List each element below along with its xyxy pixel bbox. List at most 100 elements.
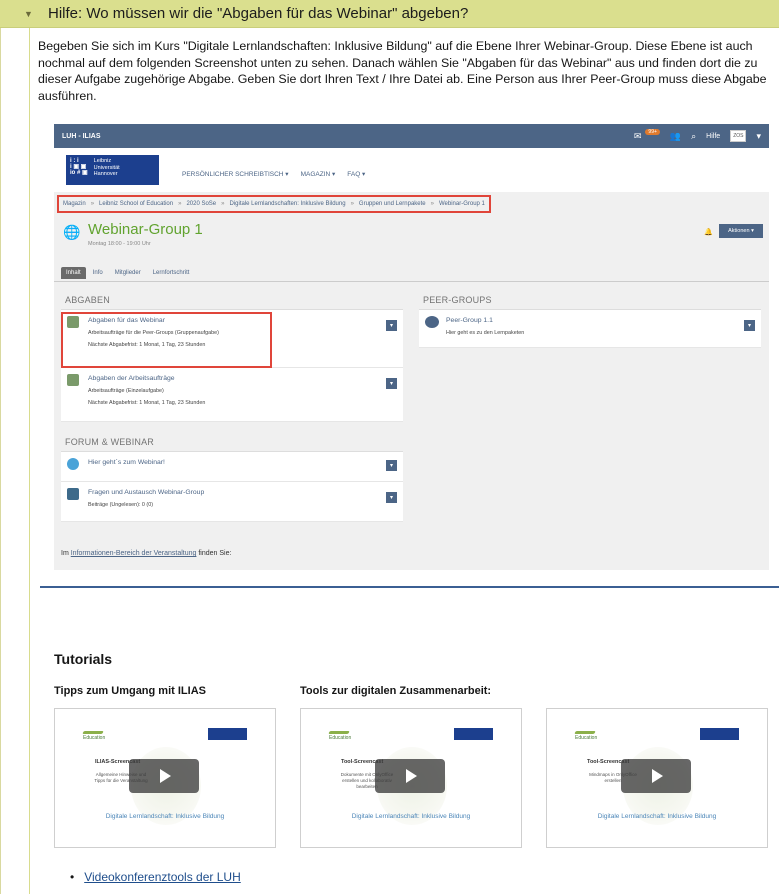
- caret-down-icon[interactable]: ▼: [24, 9, 38, 19]
- nav-magazin: MAGAZIN ▾: [300, 171, 336, 178]
- breadcrumb-item: Gruppen und Lernpakete: [358, 201, 426, 207]
- forum-icon: [67, 488, 79, 500]
- logo-line-3: Hannover: [93, 171, 118, 177]
- list-item: Abgaben für das Webinar Arbeitsaufträge …: [61, 310, 403, 368]
- webinar-icon: [67, 458, 79, 470]
- bullet-icon: •: [70, 870, 75, 884]
- site-title: LUH - ILIAS: [62, 132, 101, 140]
- item-dropdown: ▾: [386, 378, 397, 389]
- luh-logo: i : ii ▣ ▣ io # ▣ Leibniz Universität Han…: [66, 155, 159, 185]
- page-title: Webinar-Group 1: [88, 221, 203, 238]
- accordion-header[interactable]: ▼ Hilfe: Wo müssen wir die "Abgaben für …: [0, 0, 779, 28]
- page-subtitle: Montag 18:00 - 19:00 Uhr: [88, 241, 151, 247]
- breadcrumb-separator: »: [90, 201, 95, 207]
- tab-inhalt: Inhalt: [61, 267, 86, 279]
- list-item: Abgaben der Arbeitsaufträge Arbeitsauftr…: [61, 368, 403, 422]
- notification-badge: 99+: [645, 129, 660, 135]
- item-title: Fragen und Austausch Webinar-Group: [88, 489, 205, 496]
- education-logo: Education: [575, 731, 597, 741]
- accordion-title[interactable]: Hilfe: Wo müssen wir die "Abgaben für da…: [48, 5, 468, 22]
- video-caption: Digitale Lernlandschaft: Inklusive Bildu…: [351, 813, 471, 820]
- luh-logo: [454, 728, 493, 740]
- breadcrumb-bar: Magazin » Leibniz School of Education » …: [54, 192, 769, 214]
- breadcrumb-separator: »: [178, 201, 182, 207]
- info-prefix: Im: [61, 550, 71, 557]
- item-desc: Arbeitsaufträge für die Peer-Groups (Gru…: [88, 330, 219, 336]
- help-label: Hilfe: [706, 132, 721, 140]
- video-caption: Digitale Lernlandschaft: Inklusive Bildu…: [105, 813, 225, 820]
- right-column: PEER-GROUPS Peer-Group 1.1 Hier geht es …: [419, 292, 761, 348]
- item-title: Abgaben der Arbeitsaufträge: [88, 375, 175, 382]
- nav-faq: FAQ ▾: [347, 171, 366, 178]
- breadcrumb-item: Digitale Lernlandschaften: Inklusive Bil…: [229, 201, 346, 207]
- item-deadline: Nächste Abgabefrist: 1 Monat, 1 Tag, 23 …: [88, 400, 206, 406]
- search-icon: ⌕: [691, 130, 697, 141]
- tutorials-heading: Tutorials: [54, 651, 113, 667]
- logo-line-2: Universität: [93, 164, 120, 171]
- list-item: Fragen und Austausch Webinar-Group Beitr…: [61, 482, 403, 522]
- info-suffix: finden Sie:: [196, 550, 232, 557]
- tab-mitglieder: Mitglieder: [114, 270, 141, 276]
- page-header: 🌐 Webinar-Group 1 Montag 18:00 - 19:00 U…: [54, 214, 769, 264]
- item-dropdown: ▾: [386, 492, 397, 503]
- item-deadline: Nächste Abgabefrist: 1 Monat, 1 Tag, 23 …: [88, 342, 206, 348]
- chevron-down-icon: ▾: [756, 130, 761, 141]
- tutorials-col2-heading: Tools zur digitalen Zusammenarbeit:: [300, 685, 492, 697]
- breadcrumb-item: Leibniz School of Education: [99, 201, 174, 207]
- block-title-peer: PEER-GROUPS: [419, 292, 761, 310]
- block-title-abgaben: ABGABEN: [61, 292, 403, 310]
- breadcrumb-separator: »: [350, 201, 354, 207]
- list-item: • Videokonferenztools der LUH: [70, 870, 241, 884]
- item-desc: Beiträge (Ungelesen): 0 (0): [88, 502, 154, 508]
- video-player-ilias[interactable]: Education ILIAS-Screencast Allgemeine Hi…: [54, 708, 276, 848]
- item-title: Abgaben für das Webinar: [88, 317, 165, 324]
- play-icon[interactable]: [375, 759, 445, 793]
- actions-button: Aktionen ▾: [719, 224, 763, 238]
- instruction-text: Begeben Sie sich im Kurs "Digitale Lernl…: [38, 39, 767, 103]
- exercise-icon: [67, 374, 79, 386]
- play-icon[interactable]: [621, 759, 691, 793]
- item-title: Hier geht´s zum Webinar!: [88, 459, 165, 466]
- breadcrumb-item: Webinar-Group 1: [438, 201, 485, 207]
- group-icon: [425, 316, 439, 328]
- ilias-topbar: LUH - ILIAS ✉ 99+ 👥 ⌕ Hilfe ZOS ▾: [54, 124, 769, 148]
- luh-logo-mark: i : ii ▣ ▣ io # ▣: [70, 158, 88, 176]
- item-desc: Hier geht es zu den Lernpaketen: [446, 330, 525, 336]
- nav-personal-desk: PERSÖNLICHER SCHREIBTISCH ▾: [182, 171, 289, 178]
- video-caption: Digitale Lernlandschaft: Inklusive Bildu…: [597, 813, 717, 820]
- videokonferenz-link[interactable]: Videokonferenztools der LUH: [84, 870, 241, 884]
- item-dropdown: ▾: [386, 460, 397, 471]
- tab-info: Info: [92, 270, 103, 276]
- list-item: Peer-Group 1.1 Hier geht es zu den Lernp…: [419, 310, 761, 348]
- tab-lernfortschritt: Lernfortschritt: [152, 270, 190, 276]
- breadcrumb-item: Magazin: [63, 201, 86, 207]
- logo-line-1: Leibniz: [93, 158, 112, 164]
- item-desc: Arbeitsaufträge (Einzelaufgabe): [88, 388, 164, 394]
- list-item: Hier geht´s zum Webinar! ▾: [61, 452, 403, 482]
- tab-bar: Inhalt Info Mitglieder Lernfortschritt: [54, 264, 769, 282]
- globe-icon: 🌐: [63, 224, 81, 240]
- video-player-tool-1[interactable]: Education Tool-Screencast Dokumente mit …: [300, 708, 522, 848]
- left-column: ABGABEN Abgaben für das Webinar Arbeitsa…: [61, 292, 403, 522]
- item-dropdown: ▾: [744, 320, 755, 331]
- breadcrumb-item: 2020 SoSe: [186, 201, 217, 207]
- video-player-tool-2[interactable]: Education Tool-Screencast Mindmaps in On…: [546, 708, 768, 848]
- users-icon: 👥: [669, 130, 682, 141]
- info-line: Im Informationen-Bereich der Veranstaltu…: [61, 550, 231, 557]
- accordion-left-rail: [0, 0, 30, 894]
- bell-icon: 🔔: [704, 229, 713, 236]
- item-title: Peer-Group 1.1: [446, 317, 493, 324]
- logo-row: i : ii ▣ ▣ io # ▣ Leibniz Universität Han…: [54, 148, 769, 192]
- play-icon[interactable]: [129, 759, 199, 793]
- education-logo: Education: [329, 731, 351, 741]
- education-logo: Education: [83, 731, 105, 741]
- info-link: Informationen-Bereich der Veranstaltung: [70, 550, 197, 557]
- main-nav: PERSÖNLICHER SCHREIBTISCH ▾ MAGAZIN ▾ FA…: [182, 170, 365, 178]
- mail-icon: ✉: [633, 130, 642, 141]
- breadcrumb-separator: »: [221, 201, 225, 207]
- divider: [40, 586, 779, 588]
- tutorials-col1-heading: Tipps zum Umgang mit ILIAS: [54, 685, 206, 697]
- exercise-icon: [67, 316, 79, 328]
- luh-logo: [208, 728, 247, 740]
- block-title-forum: FORUM & WEBINAR: [61, 434, 403, 452]
